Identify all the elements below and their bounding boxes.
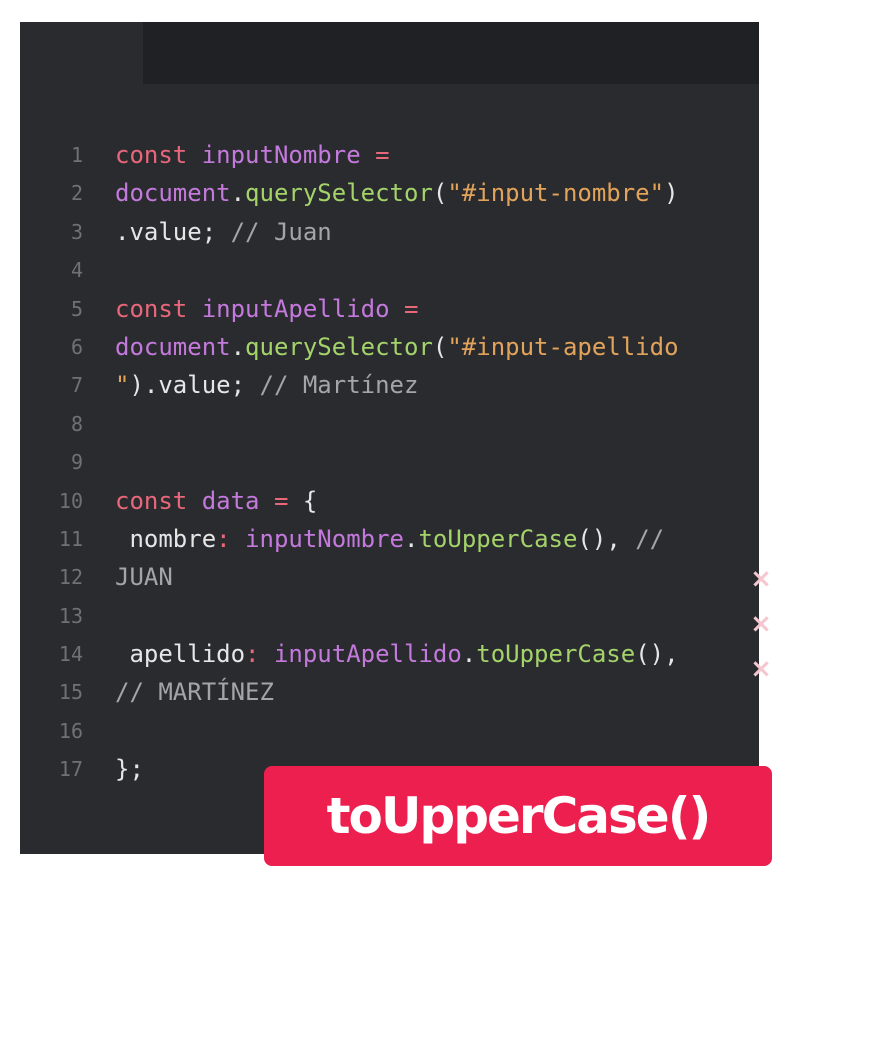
code-token: toUpperCase bbox=[476, 640, 636, 669]
code-token: : bbox=[216, 524, 246, 553]
code-token: (), bbox=[577, 524, 636, 553]
line-text: JUAN bbox=[115, 558, 173, 596]
cross-mark-icon: × bbox=[750, 564, 772, 594]
code-editor: 1 const inputNombre = 2 document.querySelec… bbox=[20, 22, 759, 854]
line-number: 10 bbox=[58, 488, 83, 513]
code-token: querySelector bbox=[245, 179, 433, 208]
line-text: .value; // Juan bbox=[115, 213, 332, 251]
code-token: const bbox=[115, 486, 202, 515]
line-number: 15 bbox=[58, 680, 83, 705]
cross-mark-icon: × bbox=[750, 654, 772, 684]
code-line: 1 const inputNombre = bbox=[20, 136, 759, 174]
code-token: inputApellido bbox=[273, 640, 462, 669]
code-token: // Martínez bbox=[259, 371, 419, 400]
code-token: nombre bbox=[115, 524, 217, 553]
line-number: 4 bbox=[70, 258, 83, 283]
line-number: 7 bbox=[70, 373, 83, 398]
code-token: = bbox=[375, 141, 390, 169]
code-token: . bbox=[230, 179, 246, 208]
code-token: inputNombre bbox=[245, 524, 405, 553]
code-line: 14 apellido: inputApellido.toUpperCase()… bbox=[20, 635, 759, 673]
code-token: . bbox=[230, 332, 246, 361]
code-line: 12 JUAN bbox=[20, 558, 759, 596]
code-token: inputApellido bbox=[201, 294, 404, 323]
editor-tab-bar bbox=[143, 22, 759, 84]
code-line: 3 .value; // Juan bbox=[20, 213, 759, 251]
code-line: 5 const inputApellido = bbox=[20, 290, 759, 328]
code-token: { bbox=[302, 486, 318, 515]
code-line: 15 // MARTÍNEZ bbox=[20, 673, 759, 711]
line-number: 1 bbox=[70, 143, 83, 167]
line-number: 2 bbox=[70, 181, 83, 206]
line-number: 6 bbox=[70, 334, 83, 359]
code-token: ( bbox=[432, 179, 448, 208]
code-token: JUAN bbox=[115, 563, 173, 592]
code-token: toUpperCase bbox=[418, 524, 578, 553]
code-token: "#input-nombre" bbox=[447, 179, 665, 208]
code-token: " bbox=[115, 371, 130, 400]
code-token: const bbox=[115, 294, 202, 323]
line-text: // MARTÍNEZ bbox=[115, 673, 274, 711]
code-token: = bbox=[404, 294, 419, 323]
code-line: 4 bbox=[20, 251, 759, 289]
line-number: 17 bbox=[58, 757, 83, 782]
line-text: }; bbox=[115, 750, 144, 788]
code-token: const bbox=[115, 141, 202, 169]
code-token: // MARTÍNEZ bbox=[115, 678, 274, 707]
code-token: // Juan bbox=[230, 217, 332, 246]
line-text: const data = { bbox=[115, 482, 317, 520]
line-number: 16 bbox=[58, 718, 83, 743]
code-block: 1 const inputNombre = 2 document.querySelec… bbox=[20, 136, 759, 789]
code-token: ( bbox=[432, 332, 448, 361]
line-number: 5 bbox=[70, 296, 83, 321]
code-line: 2 document.querySelector("#input-nombre") bbox=[20, 174, 759, 212]
code-line: 7 ").value; // Martínez bbox=[20, 366, 759, 404]
code-token: ).value; bbox=[129, 371, 260, 400]
code-token: = bbox=[273, 486, 303, 515]
code-token: : bbox=[245, 640, 274, 669]
title-badge: toUpperCase() bbox=[264, 766, 772, 866]
code-token: document bbox=[115, 179, 231, 208]
code-token: apellido bbox=[115, 640, 246, 669]
code-token: data bbox=[201, 486, 274, 515]
code-line: 6 document.querySelector("#input-apellido bbox=[20, 328, 759, 366]
decorative-marks: × × × bbox=[748, 566, 774, 696]
code-token: querySelector bbox=[245, 332, 433, 361]
line-text: ").value; // Martínez bbox=[115, 366, 418, 404]
line-number: 11 bbox=[58, 526, 83, 551]
code-token: .value; bbox=[115, 217, 231, 246]
code-token: document bbox=[115, 332, 231, 361]
code-token: // bbox=[635, 524, 665, 553]
code-token: }; bbox=[115, 755, 144, 784]
line-text: const inputApellido = bbox=[115, 290, 418, 328]
code-line: 10 const data = { bbox=[20, 482, 759, 520]
line-text: document.querySelector("#input-apellido bbox=[115, 328, 679, 366]
badge-label: toUpperCase() bbox=[326, 787, 712, 845]
line-number: 13 bbox=[58, 603, 83, 628]
code-token: ) bbox=[664, 179, 679, 208]
code-line: 8 bbox=[20, 405, 759, 443]
code-line: 16 bbox=[20, 712, 759, 750]
code-line: 9 bbox=[20, 443, 759, 481]
code-token: . bbox=[404, 524, 419, 553]
code-line: 11 nombre: inputNombre.toUpperCase(), // bbox=[20, 520, 759, 558]
line-number: 8 bbox=[70, 411, 83, 436]
line-text: apellido: inputApellido.toUpperCase(), bbox=[115, 635, 679, 673]
line-number: 12 bbox=[58, 565, 83, 590]
line-text: nombre: inputNombre.toUpperCase(), // bbox=[115, 520, 664, 558]
code-line: 13 bbox=[20, 597, 759, 635]
code-token: (), bbox=[635, 640, 679, 669]
line-text: document.querySelector("#input-nombre") bbox=[115, 174, 679, 212]
line-number: 3 bbox=[70, 219, 83, 244]
line-number: 9 bbox=[70, 450, 83, 475]
code-token: . bbox=[461, 640, 477, 669]
line-number: 14 bbox=[58, 642, 83, 667]
code-token: inputNombre bbox=[201, 141, 376, 169]
line-text: const inputNombre = bbox=[115, 136, 390, 174]
cross-mark-icon: × bbox=[750, 609, 772, 639]
code-token: "#input-apellido bbox=[447, 332, 679, 361]
